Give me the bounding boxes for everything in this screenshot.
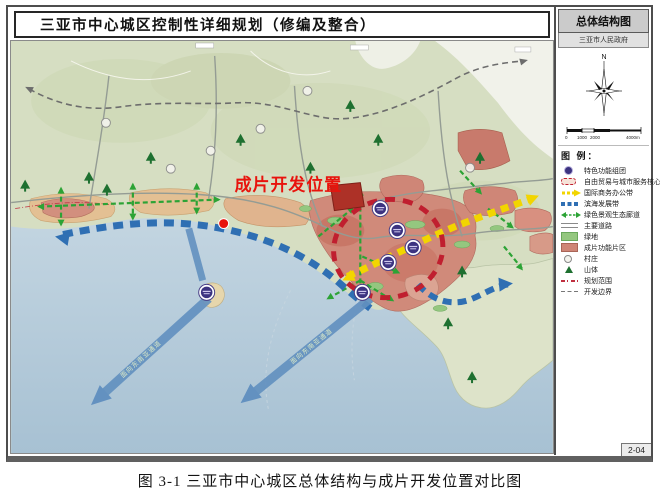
legend-label: 绿色景观生态廊道 (584, 210, 640, 220)
green-fill-icon (561, 232, 581, 241)
blue-dashed-band-icon (561, 199, 581, 208)
legend: 图 例： 特色功能组团 自由贸易与城市服务核心 国际商务办公带 滨海发展带 (556, 146, 651, 297)
figure-caption: 图 3-1 三亚市中心城区总体结构与成片开发位置对比图 (0, 470, 660, 491)
legend-label: 自由贸易与城市服务核心 (584, 177, 660, 187)
legend-item: 开发边界 (561, 286, 649, 297)
legend-label: 村庄 (584, 254, 598, 264)
yellow-arrow-icon (561, 188, 581, 197)
side-panel: 总体结构图 三亚市人民政府 N (554, 7, 651, 455)
legend-label: 滨海发展带 (584, 199, 619, 209)
development-point-highlight (219, 219, 229, 229)
map-highlight-label: 成片开发位置 (235, 175, 343, 195)
map-area: 面向东南亚通道 面向东南亚通道 成片开发位 (10, 40, 554, 454)
legend-label: 成片功能片区 (584, 243, 626, 253)
village-circle-icon (561, 254, 581, 263)
scale-bar-icon: 0 1000 2000 4000m (562, 124, 646, 141)
legend-label: 绿地 (584, 232, 598, 242)
legend-item: 绿色景观生态廊道 (561, 209, 649, 220)
scale-label-2: 2000 (590, 135, 601, 140)
legend-item: 国际商务办公带 (561, 187, 649, 198)
legend-label: 规划范围 (584, 276, 612, 286)
legend-item: 自由贸易与城市服务核心 (561, 176, 649, 187)
legend-label: 开发边界 (584, 287, 612, 297)
planning-map: 面向东南亚通道 面向东南亚通道 成片开发位 (11, 41, 553, 453)
legend-item: 特色功能组团 (561, 165, 649, 176)
compass-icon: N (579, 50, 629, 122)
scale-label-1: 1000 (577, 135, 588, 140)
legend-item: 村庄 (561, 253, 649, 264)
legend-item: 规划范围 (561, 275, 649, 286)
legend-item: 成片功能片区 (561, 242, 649, 253)
plan-sheet: 三亚市中心城区控制性详细规划（修编及整合） (6, 5, 653, 462)
pink-fill-icon (561, 243, 581, 252)
scale-label-0: 0 (565, 135, 568, 140)
compass-rose: N (556, 50, 651, 124)
legend-title: 图 例： (561, 149, 649, 162)
cluster-badge-icon (561, 166, 581, 175)
page-number: 2-04 (621, 443, 651, 456)
red-dashdot-line-icon (561, 276, 581, 285)
green-dashed-arrow-icon (561, 210, 581, 219)
legend-label: 国际商务办公带 (584, 188, 633, 198)
legend-item: 主要道路 (561, 220, 649, 231)
legend-label: 特色功能组团 (584, 166, 626, 176)
mountain-tree-icon (561, 265, 581, 274)
double-line-icon (561, 221, 581, 230)
legend-label: 山体 (584, 265, 598, 275)
scale-bar: 0 1000 2000 4000m (556, 124, 651, 141)
gray-dashed-line-icon (561, 287, 581, 296)
red-dashed-ellipse-icon (561, 177, 581, 186)
compass-north-label: N (601, 54, 606, 61)
legend-item: 山体 (561, 264, 649, 275)
sheet-title: 三亚市中心城区控制性详细规划（修编及整合） (14, 11, 550, 38)
legend-item: 绿地 (561, 231, 649, 242)
scale-label-3: 4000m (626, 135, 640, 140)
agency-name: 三亚市人民政府 (558, 33, 649, 48)
legend-item: 滨海发展带 (561, 198, 649, 209)
legend-label: 主要道路 (584, 221, 612, 231)
map-name: 总体结构图 (558, 9, 649, 33)
